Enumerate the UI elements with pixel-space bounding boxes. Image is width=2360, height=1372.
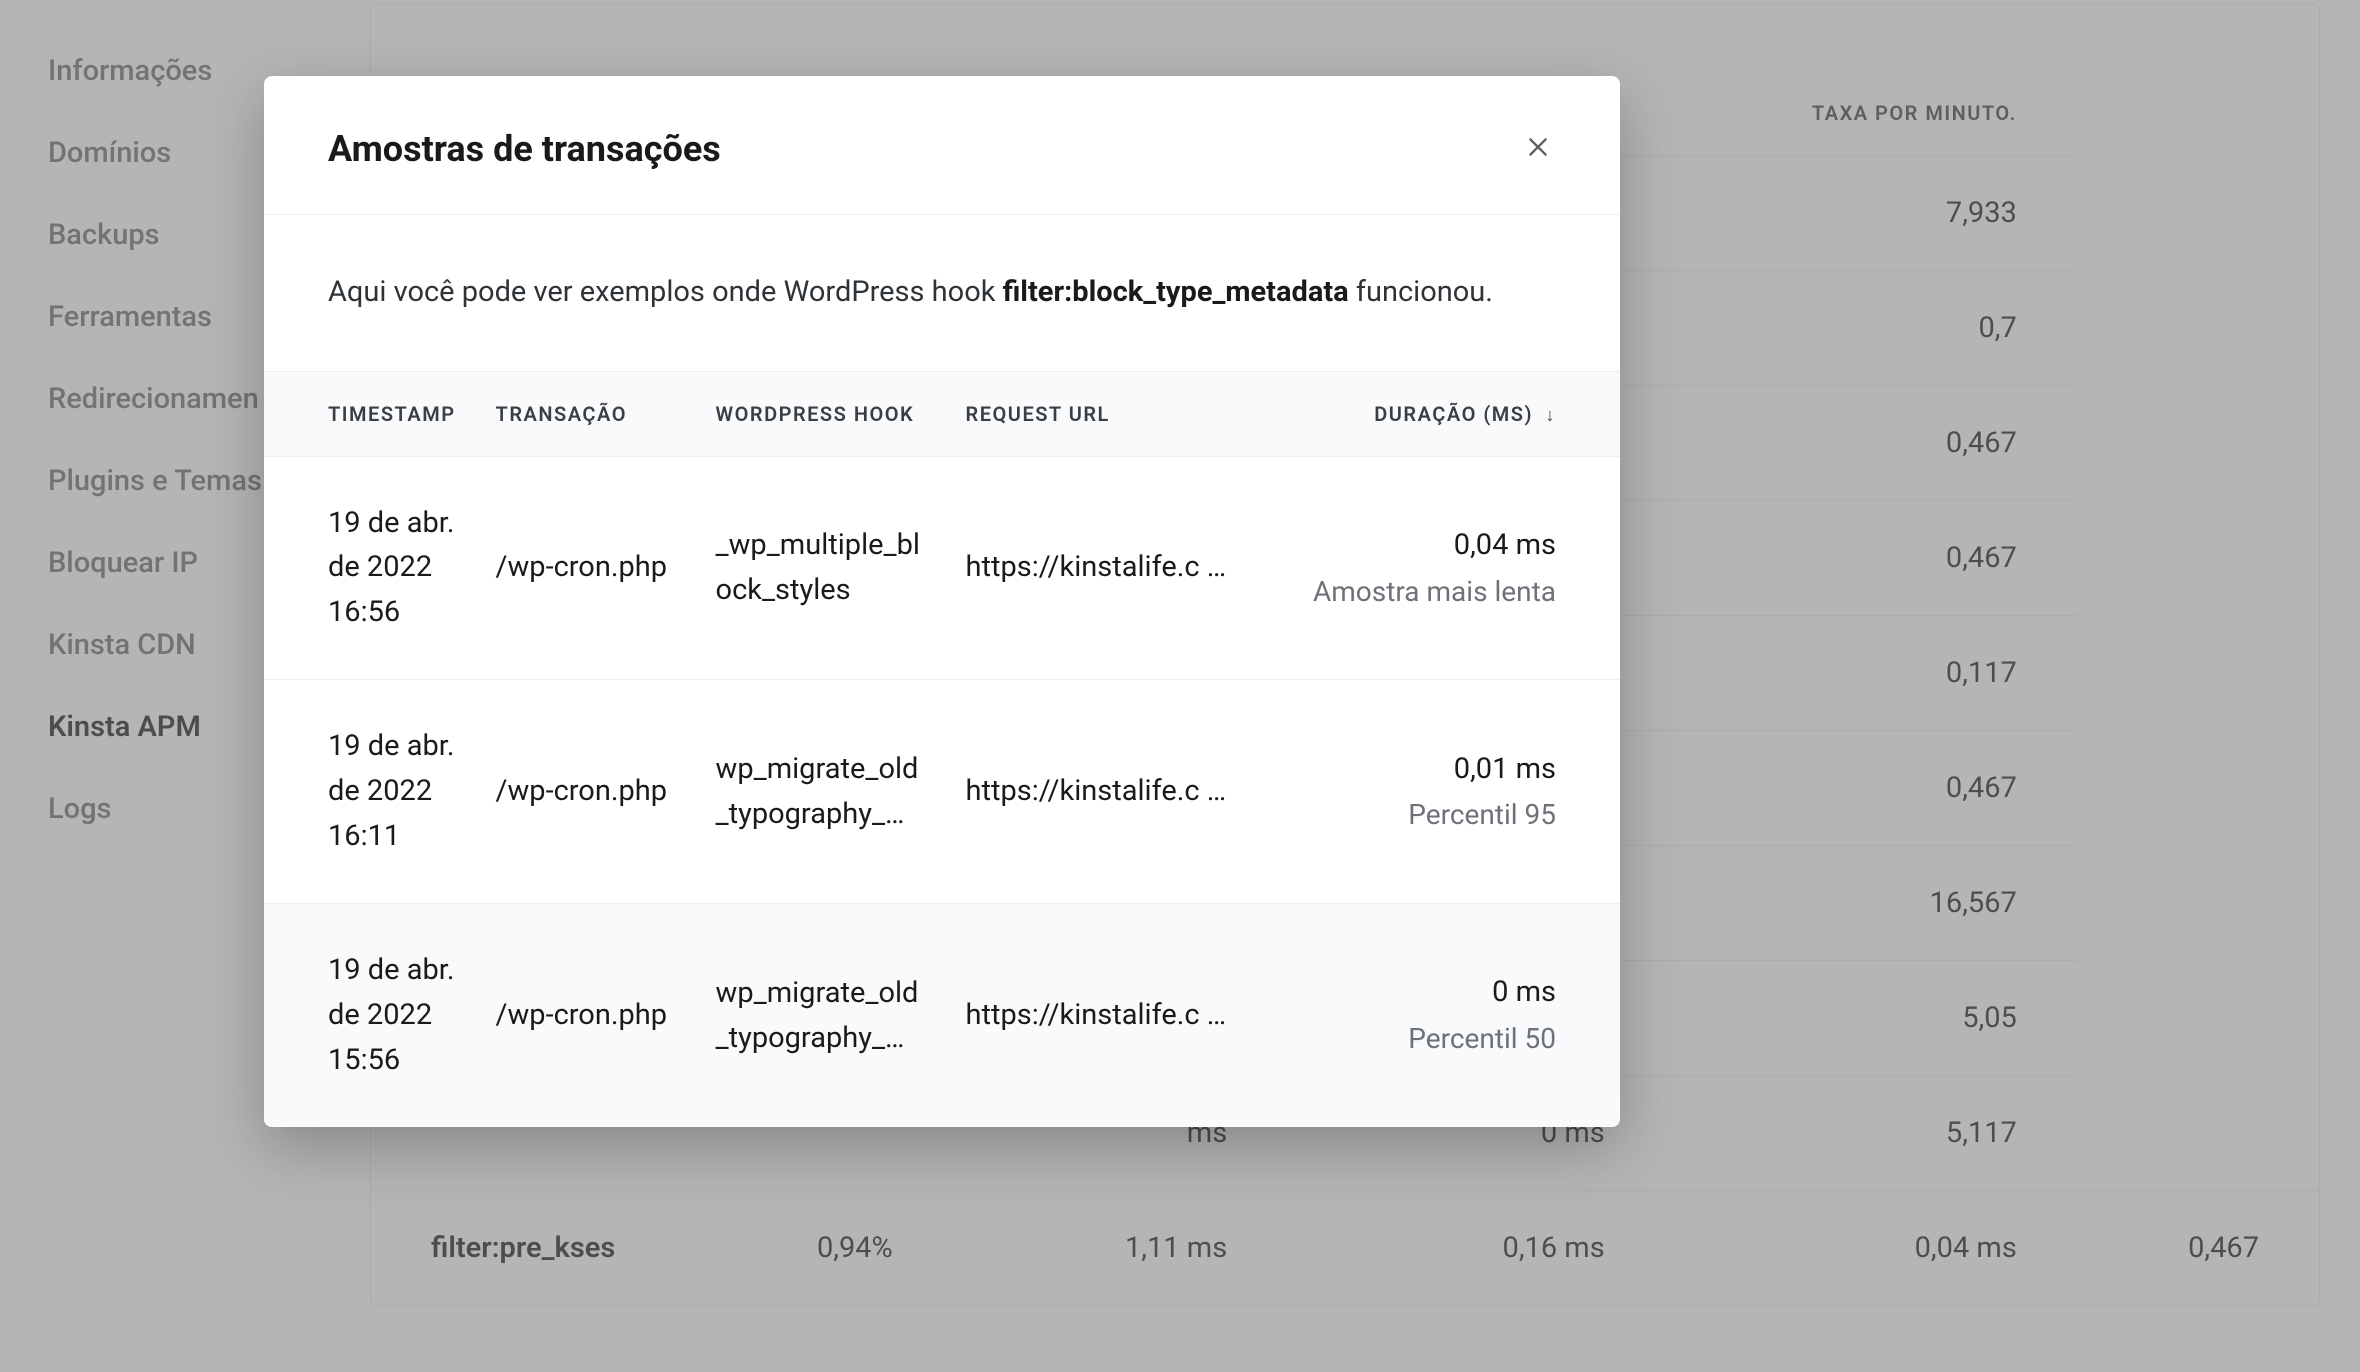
- col-timestamp[interactable]: TIMESTAMP: [264, 371, 476, 456]
- sample-row[interactable]: 19 de abr. de 2022 16:56 /wp-cron.php _w…: [264, 456, 1620, 680]
- duracao-value: 0,04 ms: [1454, 528, 1556, 562]
- cell-transacao: /wp-cron.php: [476, 456, 696, 680]
- sort-desc-icon: ↓: [1546, 405, 1557, 426]
- desc-suffix: funcionou.: [1349, 275, 1493, 309]
- col-transacao[interactable]: TRANSAÇÃO: [476, 371, 696, 456]
- close-icon: [1525, 133, 1551, 165]
- duracao-sublabel: Percentil 95: [1296, 793, 1556, 836]
- transaction-samples-modal: Amostras de transações Aqui você pode ve…: [264, 76, 1620, 1127]
- modal-title: Amostras de transações: [328, 128, 721, 170]
- cell-timestamp: 19 de abr. de 2022 15:56: [264, 904, 476, 1127]
- modal-overlay[interactable]: Amostras de transações Aqui você pode ve…: [0, 0, 2360, 1372]
- cell-transacao: /wp-cron.php: [476, 904, 696, 1127]
- cell-timestamp: 19 de abr. de 2022 16:11: [264, 680, 476, 904]
- modal-description: Aqui você pode ver exemplos onde WordPre…: [264, 215, 1620, 371]
- modal-header: Amostras de transações: [264, 76, 1620, 215]
- cell-hook: wp_migrate_old_typography_…: [696, 680, 946, 904]
- cell-duracao: 0 ms Percentil 50: [1276, 904, 1620, 1127]
- col-wordpress-hook[interactable]: WORDPRESS HOOK: [696, 371, 946, 456]
- samples-header-row: TIMESTAMP TRANSAÇÃO WORDPRESS HOOK REQUE…: [264, 371, 1620, 456]
- col-duracao-label: DURAÇÃO (MS): [1374, 402, 1533, 426]
- sample-row[interactable]: 19 de abr. de 2022 16:11 /wp-cron.php wp…: [264, 680, 1620, 904]
- close-button[interactable]: [1520, 131, 1556, 167]
- duracao-value: 0,01 ms: [1454, 752, 1556, 786]
- cell-url: https://kinstalife.c …: [946, 904, 1276, 1127]
- cell-hook: wp_migrate_old_typography_…: [696, 904, 946, 1127]
- duracao-value: 0 ms: [1492, 975, 1556, 1009]
- cell-transacao: /wp-cron.php: [476, 680, 696, 904]
- desc-prefix: Aqui você pode ver exemplos onde WordPre…: [328, 275, 1003, 309]
- cell-duracao: 0,04 ms Amostra mais lenta: [1276, 456, 1620, 680]
- col-request-url[interactable]: REQUEST URL: [946, 371, 1276, 456]
- cell-duracao: 0,01 ms Percentil 95: [1276, 680, 1620, 904]
- duracao-sublabel: Percentil 50: [1296, 1017, 1556, 1060]
- cell-url: https://kinstalife.c …: [946, 456, 1276, 680]
- cell-hook: _wp_multiple_block_styles: [696, 456, 946, 680]
- app-root: Informações Domínios Backups Ferramentas…: [0, 0, 2360, 1372]
- samples-table: TIMESTAMP TRANSAÇÃO WORDPRESS HOOK REQUE…: [264, 371, 1620, 1127]
- cell-url: https://kinstalife.c …: [946, 680, 1276, 904]
- sample-row[interactable]: 19 de abr. de 2022 15:56 /wp-cron.php wp…: [264, 904, 1620, 1127]
- col-duracao[interactable]: DURAÇÃO (MS) ↓: [1276, 371, 1620, 456]
- cell-timestamp: 19 de abr. de 2022 16:56: [264, 456, 476, 680]
- duracao-sublabel: Amostra mais lenta: [1296, 570, 1556, 613]
- desc-hook-name: filter:block_type_metadata: [1003, 275, 1349, 309]
